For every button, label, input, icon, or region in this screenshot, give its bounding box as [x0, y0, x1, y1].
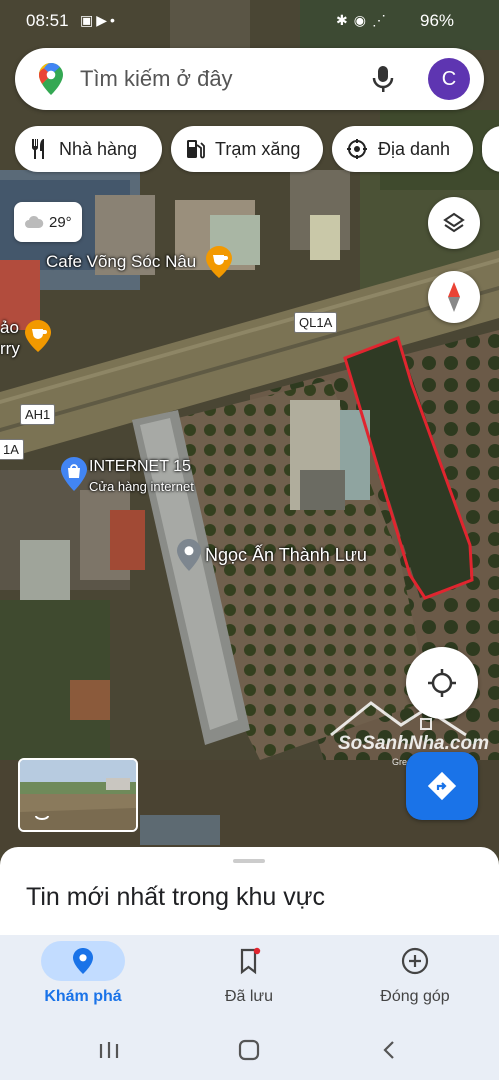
chip-restaurants[interactable]: Nhà hàng [15, 126, 162, 172]
shopping-pin-icon[interactable] [60, 456, 88, 497]
street-view-image [20, 760, 136, 830]
connectivity-icons: ✱◉⋰ [336, 12, 392, 28]
place-pin-icon[interactable] [176, 538, 202, 577]
nav-saved[interactable]: Đã lưu [166, 935, 332, 1020]
system-navigation-bar [0, 1020, 499, 1080]
notification-icons: ▣▶• [80, 12, 118, 28]
chip-landmarks[interactable]: Địa danh [332, 126, 473, 172]
nav-explore[interactable]: Khám phá [0, 935, 166, 1020]
add-circle-icon [401, 947, 429, 975]
nav-label: Đóng góp [380, 988, 450, 1005]
chip-label: Trạm xăng [215, 138, 301, 159]
road-shield-ql1a-left: 1A [0, 439, 24, 460]
bottom-navigation: Khám phá Đã lưu Đóng góp [0, 935, 499, 1020]
chip-gas-stations[interactable]: Trạm xăng [171, 126, 323, 172]
layers-icon [443, 212, 465, 233]
search-bar[interactable]: Tìm kiếm ở đây C [15, 48, 484, 110]
chip-label: Địa danh [378, 138, 451, 159]
my-location-icon [428, 669, 456, 697]
search-input[interactable]: Tìm kiếm ở đây [80, 66, 233, 92]
poi-label-cafe-partial-2[interactable]: rry [0, 339, 20, 359]
sheet-drag-handle[interactable] [233, 859, 265, 863]
weather-badge[interactable]: 29° [14, 202, 82, 242]
poi-subtitle-internet: Cửa hàng internet [89, 479, 194, 494]
poi-label-internet[interactable]: INTERNET 15 [89, 458, 191, 476]
road-shield-ql1a: QL1A [294, 312, 338, 333]
poi-label-place[interactable]: Ngọc Ấn Thành Lưu [205, 545, 367, 566]
nav-contribute[interactable]: Đóng góp [332, 935, 498, 1020]
poi-label-cafe[interactable]: Cafe Võng Sóc Nâu [46, 252, 196, 272]
google-maps-logo-icon [38, 62, 64, 101]
cafe-pin-icon[interactable] [204, 245, 234, 284]
recent-apps-icon[interactable] [98, 1040, 120, 1060]
account-avatar[interactable]: C [428, 58, 470, 100]
status-time: 08:51 [26, 11, 69, 30]
back-icon[interactable] [380, 1039, 400, 1061]
weather-temperature: 29° [49, 213, 72, 231]
microphone-icon[interactable] [371, 64, 395, 99]
road-shield-ah1: AH1 [20, 404, 56, 425]
compass-button[interactable] [428, 271, 480, 323]
poi-label-cafe-partial-1[interactable]: ảo [0, 318, 19, 338]
cloud-icon [25, 215, 44, 228]
sheet-heading: Tin mới nhất trong khu vực [26, 883, 325, 911]
battery-level: 96% [420, 11, 455, 30]
directions-button[interactable] [406, 752, 478, 820]
nav-label: Đã lưu [224, 988, 274, 1005]
landmark-icon [347, 139, 367, 159]
directions-icon [427, 771, 457, 801]
restaurant-icon [31, 139, 44, 159]
explore-pin-icon [73, 948, 93, 974]
bookmark-icon [240, 947, 261, 975]
gas-station-icon [187, 140, 205, 159]
cafe-pin-icon[interactable] [23, 319, 53, 358]
nav-label: Khám phá [44, 988, 122, 1005]
home-icon[interactable] [238, 1039, 260, 1061]
compass-icon [448, 282, 460, 312]
street-view-thumbnail[interactable] [18, 758, 138, 832]
layers-button[interactable] [428, 197, 480, 249]
chip-label: Nhà hàng [59, 138, 138, 159]
status-bar: 08:51 ▣▶• ✱◉⋰ 96% [0, 0, 499, 42]
